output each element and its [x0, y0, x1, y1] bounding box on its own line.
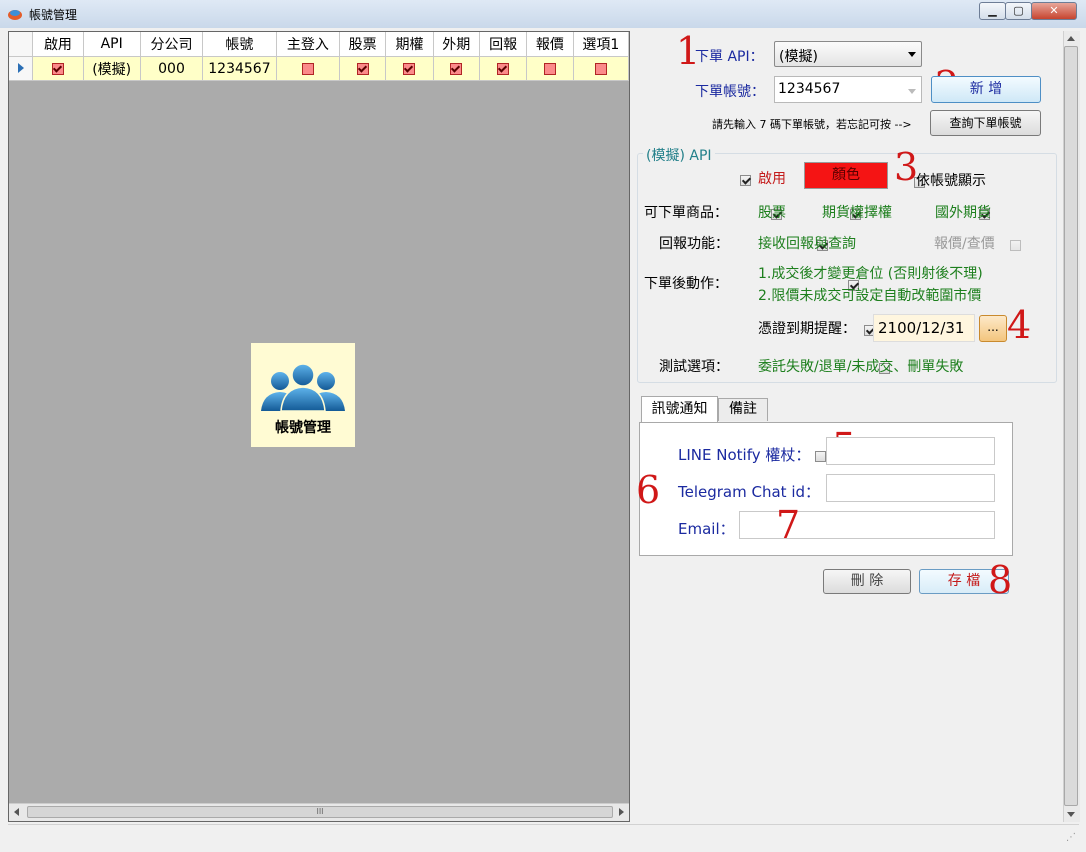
grid-header-row: 啟用 API 分公司 帳號 主登入 股票 期權 外期 回報 報價 選項1 [9, 32, 630, 57]
telegram-label: Telegram Chat id： [678, 483, 821, 501]
tab-notes[interactable]: 備註 [718, 398, 768, 421]
col-header-option1[interactable]: 選項1 [573, 32, 630, 57]
col-header-report[interactable]: 回報 [479, 32, 528, 57]
cell-foreign-futures[interactable] [433, 56, 480, 81]
cell-report[interactable] [479, 56, 528, 81]
vertical-scroll-thumb[interactable] [1064, 46, 1078, 806]
tradable-label: 可下單商品： [644, 205, 728, 221]
checkbox-report[interactable] [497, 62, 510, 75]
cell-quote[interactable] [526, 56, 574, 81]
annotation-8: 8 [988, 558, 1013, 602]
tab-notify[interactable]: 訊號通知 [641, 396, 718, 423]
line-label: LINE Notify 權杖： [678, 446, 811, 464]
api-group-title: (模擬) API [643, 145, 715, 165]
account-input-value[interactable]: 1234567 [778, 81, 840, 97]
account-label: 下單帳號： [695, 84, 765, 100]
col-header-foreign-futures[interactable]: 外期 [433, 32, 480, 57]
horizontal-scroll-thumb[interactable]: III [27, 806, 613, 818]
col-header-main-login[interactable]: 主登入 [276, 32, 340, 57]
stock-label: 股票 [758, 205, 786, 221]
maximize-button[interactable]: ▢ [1005, 2, 1032, 20]
col-header-quote[interactable]: 報價 [526, 32, 574, 57]
logo-label: 帳號管理 [275, 420, 331, 436]
col-header-api[interactable]: API [83, 32, 141, 57]
chevron-down-icon[interactable] [908, 89, 916, 94]
col-header-options[interactable]: 期權 [385, 32, 434, 57]
checkbox-main-login[interactable] [301, 62, 314, 75]
users-icon [261, 363, 345, 412]
resize-grip-icon[interactable]: ⋰ [1066, 832, 1076, 843]
report-label: 回報功能： [659, 236, 729, 252]
cell-stock[interactable] [339, 56, 387, 81]
color-button[interactable]: 顏色 [804, 162, 888, 189]
annotation-6: 6 [636, 468, 661, 512]
after-order-line2: 2.限價未成交可設定自動改範圍市價 [758, 288, 982, 304]
line-token-input[interactable] [826, 437, 995, 465]
horizontal-scrollbar[interactable]: III [9, 803, 629, 821]
col-header-stock[interactable]: 股票 [339, 32, 387, 57]
query-account-button[interactable]: 查詢下單帳號 [930, 110, 1041, 136]
cert-label: 憑證到期提醒： [758, 321, 856, 337]
chevron-down-icon [908, 52, 916, 57]
report-recv-label: 接收回報與查詢 [758, 236, 856, 252]
cell-options[interactable] [385, 56, 434, 81]
row-selector[interactable] [9, 56, 34, 81]
test-label: 測試選項： [659, 359, 729, 375]
scroll-left-icon[interactable] [14, 808, 19, 816]
cell-enabled[interactable] [32, 56, 84, 81]
annotation-7: 7 [776, 503, 801, 547]
scroll-right-icon[interactable] [619, 808, 624, 816]
checkbox-enabled[interactable] [51, 62, 64, 75]
checkbox-foreign-futures[interactable] [450, 62, 463, 75]
title-bar [0, 0, 1086, 29]
test-option-label: 委託失敗/退單/未成交、刪單失敗 [758, 359, 964, 375]
scroll-down-icon[interactable] [1067, 812, 1075, 817]
status-bar [8, 824, 1079, 847]
annotation-4: 4 [1007, 303, 1032, 347]
account-manager-logo: 帳號管理 [251, 343, 355, 447]
enable-checkbox[interactable] [740, 174, 751, 186]
minimize-button[interactable]: ▁ [979, 2, 1006, 20]
api-select-value: (模擬) [779, 49, 818, 65]
checkbox-options[interactable] [403, 62, 416, 75]
cell-main-login[interactable] [276, 56, 340, 81]
add-button[interactable]: 新 增 [931, 76, 1041, 103]
col-header-branch[interactable]: 分公司 [140, 32, 204, 57]
col-header-account[interactable]: 帳號 [202, 32, 277, 57]
checkbox-quote[interactable] [543, 62, 556, 75]
report-quote-label: 報價/查價 [934, 236, 995, 252]
cell-api[interactable]: (模擬) [83, 56, 141, 81]
delete-button[interactable]: 刪 除 [823, 569, 911, 594]
cell-option1[interactable] [573, 56, 630, 81]
account-hint: 請先輸入 7 碼下單帳號，若忘記可按 --> [712, 118, 912, 131]
row-header-corner [9, 32, 34, 57]
email-label: Email： [678, 520, 735, 538]
row-pointer-icon [17, 62, 24, 73]
table-row[interactable]: (模擬) 000 1234567 [9, 56, 630, 81]
telegram-chat-id-input[interactable] [826, 474, 995, 502]
cert-date-input[interactable]: 2100/12/31 [873, 314, 975, 342]
after-order-label: 下單後動作： [644, 276, 728, 292]
checkbox-option1[interactable] [594, 62, 607, 75]
account-combo[interactable]: 1234567 [774, 76, 922, 103]
window-title: 帳號管理 [29, 8, 78, 22]
show-by-account-label: 依帳號顯示 [916, 173, 986, 189]
futures-options-label: 期貨權擇權 [822, 205, 892, 221]
line-checkbox[interactable] [814, 450, 826, 462]
cert-picker-button[interactable]: ... [979, 315, 1007, 342]
report-quote-checkbox[interactable] [1009, 239, 1021, 251]
app-icon [7, 7, 23, 21]
checkbox-stock[interactable] [356, 62, 369, 75]
cell-branch[interactable]: 000 [140, 56, 204, 81]
col-header-enabled[interactable]: 啟用 [32, 32, 84, 57]
scroll-up-icon[interactable] [1067, 36, 1075, 41]
api-label: 下單 API： [695, 49, 764, 65]
cell-account[interactable]: 1234567 [202, 56, 277, 81]
after-order-line1: 1.成交後才變更倉位 (否則射後不理) [758, 266, 983, 282]
foreign-futures-label: 國外期貨 [935, 205, 991, 221]
api-select[interactable]: (模擬) [774, 41, 922, 67]
enable-label: 啟用 [758, 171, 786, 187]
close-button[interactable]: ✕ [1031, 2, 1077, 20]
